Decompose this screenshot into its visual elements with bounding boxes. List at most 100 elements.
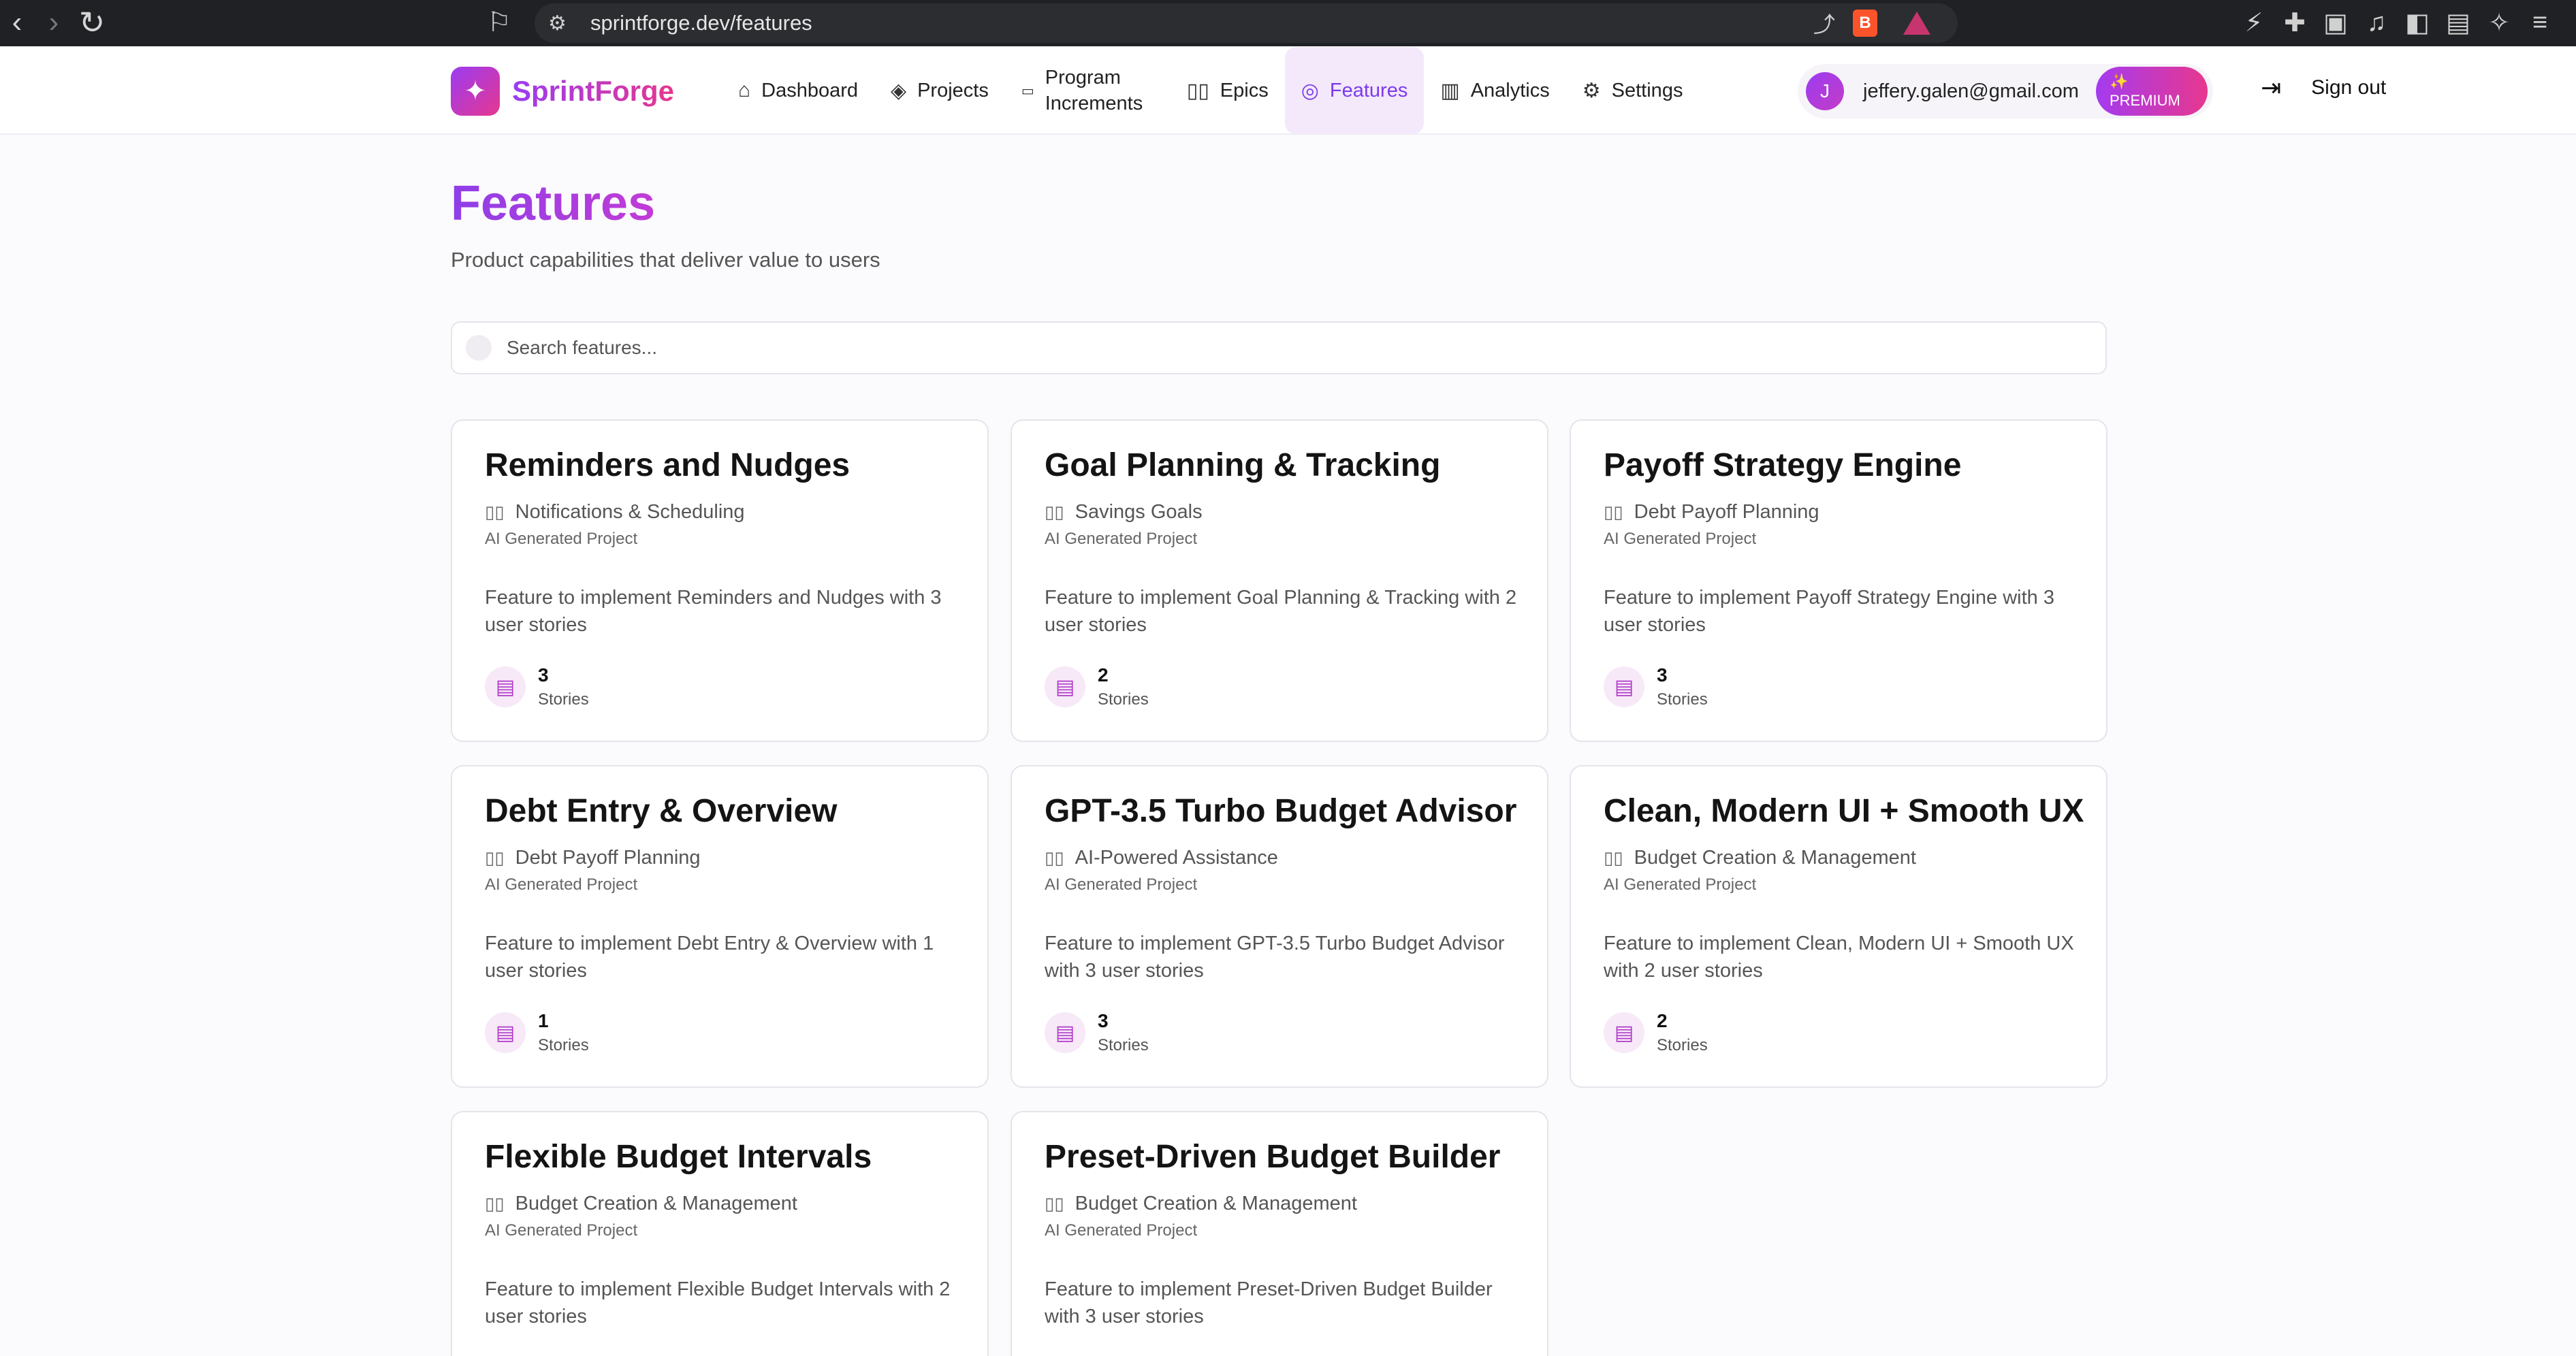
feature-epic: ▯▯ Savings Goals xyxy=(1045,501,1203,523)
story-count-value: 3 xyxy=(538,664,549,685)
feature-card[interactable]: Flexible Budget Intervals ▯▯ Budget Creat… xyxy=(451,1111,989,1356)
feature-epic: ▯▯ Debt Payoff Planning xyxy=(485,847,701,869)
feature-title: Clean, Modern UI + Smooth UX xyxy=(1604,793,2084,829)
premium-label: PREMIUM xyxy=(2110,92,2180,109)
page-subtitle: Product capabilities that deliver value … xyxy=(451,248,880,272)
story-count: ▤ 3 Stories xyxy=(1604,664,1708,709)
nav-analytics[interactable]: ▥ Analytics xyxy=(1424,47,1565,134)
feature-card[interactable]: GPT-3.5 Turbo Budget Advisor ▯▯ AI-Powere… xyxy=(1011,765,1548,1088)
back-arrow-icon[interactable]: ‹ xyxy=(0,5,34,39)
epic-label: AI-Powered Assistance xyxy=(1075,847,1278,869)
share-icon[interactable]: ⤴ xyxy=(1813,7,1835,39)
feature-description: Feature to implement Clean, Modern UI + … xyxy=(1604,933,2074,982)
feature-title: Goal Planning & Tracking xyxy=(1045,447,1441,483)
gear-icon: ⚙ xyxy=(1582,79,1601,102)
story-count-label: Stories xyxy=(1098,1036,1149,1054)
feature-card[interactable]: Clean, Modern UI + Smooth UX ▯▯ Budget Cr… xyxy=(1570,765,2108,1088)
feature-epic: ▯▯ Budget Creation & Management xyxy=(1604,847,1916,869)
site-info-icon[interactable]: ⚙ xyxy=(548,12,575,35)
reload-icon[interactable]: ↻ xyxy=(75,5,109,40)
brave-shield-icon[interactable]: B xyxy=(1853,10,1877,37)
epic-label: Notifications & Scheduling xyxy=(515,501,745,523)
extension-icon[interactable]: ⚡ xyxy=(2233,7,2274,38)
feature-card[interactable]: Payoff Strategy Engine ▯▯ Debt Payoff Pla… xyxy=(1570,419,2108,742)
feature-project: AI Generated Project xyxy=(485,875,638,894)
url-text[interactable]: sprintforge.dev/features xyxy=(590,11,812,35)
sign-out-button[interactable]: ⇥ Sign out xyxy=(2261,74,2386,102)
browser-toolbar: ‹ › ↻ ⚐ ⚙ sprintforge.dev/features ⤴ B ⚡… xyxy=(0,0,2576,46)
document-icon: ▤ xyxy=(1045,666,1085,707)
app-name: SprintForge xyxy=(512,75,674,107)
layers-icon: ◈ xyxy=(891,79,907,102)
book-icon: ▯▯ xyxy=(1604,502,1623,522)
book-icon: ▯▯ xyxy=(485,1193,505,1214)
puzzle-icon[interactable]: ✚ xyxy=(2274,7,2315,38)
nav-program-increments[interactable]: ▭ Program Increments xyxy=(1005,47,1171,134)
feature-epic: ▯▯ Notifications & Scheduling xyxy=(485,501,745,523)
feature-project: AI Generated Project xyxy=(1604,530,1757,548)
nav-settings[interactable]: ⚙ Settings xyxy=(1566,47,1700,134)
epic-label: Debt Payoff Planning xyxy=(515,847,701,869)
feature-description: Feature to implement GPT-3.5 Turbo Budge… xyxy=(1045,933,1505,982)
feature-description: Feature to implement Preset-Driven Budge… xyxy=(1045,1278,1493,1327)
nav-label: Features xyxy=(1329,79,1408,101)
search-icon xyxy=(466,335,492,361)
feature-description: Feature to implement Reminders and Nudge… xyxy=(485,587,942,636)
feature-card[interactable]: Reminders and Nudges ▯▯ Notifications & S… xyxy=(451,419,989,742)
forward-arrow-icon[interactable]: › xyxy=(37,5,71,39)
ai-sparkle-icon[interactable]: ✧ xyxy=(2479,7,2519,38)
document-icon: ▤ xyxy=(1604,1012,1644,1053)
search-input[interactable] xyxy=(507,337,2005,359)
menu-icon[interactable]: ≡ xyxy=(2519,8,2560,37)
feature-card[interactable]: Debt Entry & Overview ▯▯ Debt Payoff Plan… xyxy=(451,765,989,1088)
sign-out-label: Sign out xyxy=(2311,76,2387,99)
document-icon: ▤ xyxy=(485,1012,526,1053)
music-icon[interactable]: ♫ xyxy=(2356,8,2397,37)
book-icon: ▯▯ xyxy=(1604,848,1623,868)
story-count-label: Stories xyxy=(538,690,589,709)
feature-project: AI Generated Project xyxy=(1045,530,1198,548)
extension-bar: ⚡ ✚ ▣ ♫ ◧ ▤ ✧ ≡ xyxy=(2233,5,2560,39)
feature-description: Feature to implement Debt Entry & Overvi… xyxy=(485,933,934,982)
sidebar-icon[interactable]: ◧ xyxy=(2397,7,2438,38)
feature-card[interactable]: Goal Planning & Tracking ▯▯ Savings Goals… xyxy=(1011,419,1548,742)
brave-rewards-icon[interactable] xyxy=(1903,12,1930,35)
story-count-value: 3 xyxy=(1098,1010,1109,1031)
story-count-value: 3 xyxy=(1657,664,1668,685)
target-icon: ◎ xyxy=(1301,79,1319,102)
nav-projects[interactable]: ◈ Projects xyxy=(874,47,1005,134)
story-count-value: 2 xyxy=(1657,1010,1668,1031)
feature-project: AI Generated Project xyxy=(1604,875,1757,894)
app-logo[interactable]: ✦ SprintForge xyxy=(451,67,674,116)
feature-title: Reminders and Nudges xyxy=(485,447,850,483)
story-count: ▤ 2 Stories xyxy=(1045,664,1149,709)
feature-epic: ▯▯ Budget Creation & Management xyxy=(485,1193,797,1215)
page-title: Features xyxy=(451,176,656,231)
nav-dashboard[interactable]: ⌂ Dashboard xyxy=(722,47,874,134)
nav-label: Dashboard xyxy=(761,79,858,101)
document-icon: ▤ xyxy=(485,666,526,707)
wallet-icon[interactable]: ▤ xyxy=(2438,7,2479,38)
epic-label: Budget Creation & Management xyxy=(1634,847,1916,869)
story-count-value: 1 xyxy=(538,1010,549,1031)
book-icon: ▯▯ xyxy=(485,848,505,868)
search-bar xyxy=(451,321,2107,374)
feature-card[interactable]: Preset-Driven Budget Builder ▯▯ Budget Cr… xyxy=(1011,1111,1548,1356)
epic-label: Savings Goals xyxy=(1075,501,1203,523)
epic-label: Debt Payoff Planning xyxy=(1634,501,1819,523)
story-count-label: Stories xyxy=(1657,690,1708,709)
screenshot-icon[interactable]: ▣ xyxy=(2315,7,2356,38)
feature-project: AI Generated Project xyxy=(1045,1221,1198,1240)
feature-epic: ▯▯ AI-Powered Assistance xyxy=(1045,847,1278,869)
bookmark-icon[interactable]: ⚐ xyxy=(482,5,516,39)
feature-project: AI Generated Project xyxy=(485,1221,638,1240)
feature-description: Feature to implement Goal Planning & Tra… xyxy=(1045,587,1517,636)
book-icon: ▯▯ xyxy=(1045,502,1064,522)
feature-epic: ▯▯ Budget Creation & Management xyxy=(1045,1193,1357,1215)
address-bar[interactable]: ⚙ sprintforge.dev/features ⤴ B xyxy=(535,3,1958,43)
nav-features[interactable]: ◎ Features xyxy=(1284,47,1425,134)
avatar: J xyxy=(1806,72,1844,110)
nav-label: Settings xyxy=(1611,79,1683,101)
nav-epics[interactable]: ▯▯ Epics xyxy=(1171,47,1285,134)
feature-epic: ▯▯ Debt Payoff Planning xyxy=(1604,501,1819,523)
